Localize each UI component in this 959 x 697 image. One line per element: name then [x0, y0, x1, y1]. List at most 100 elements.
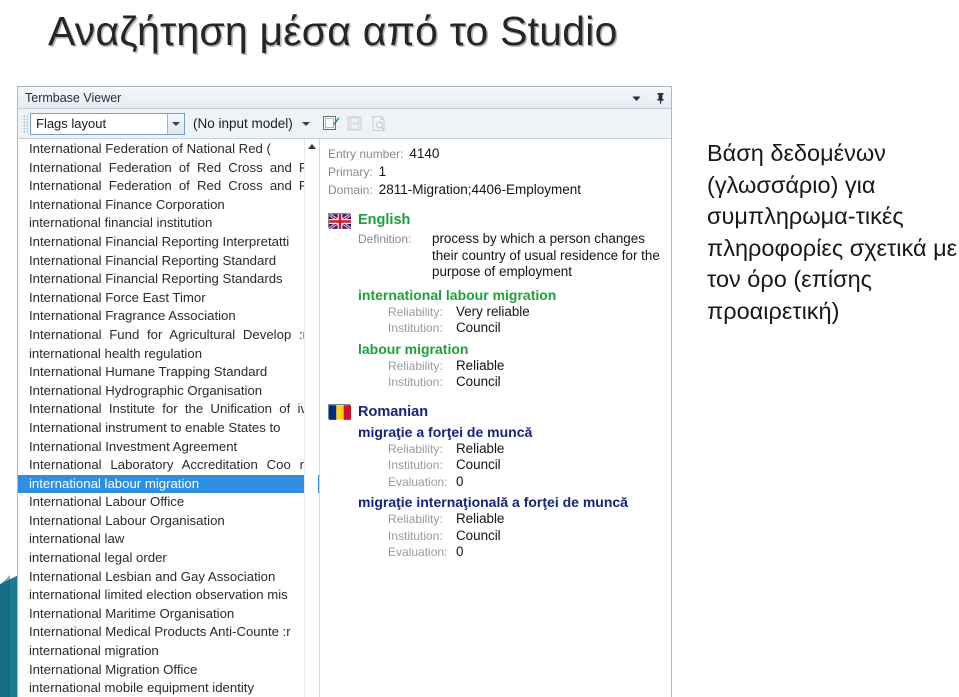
layout-combo[interactable]: Flags layout [30, 112, 185, 135]
term-list-item[interactable]: International Labour Organisation [18, 512, 319, 531]
term-list-item[interactable]: International instrument to enable State… [18, 419, 319, 438]
attribute-value: Council [456, 374, 501, 389]
language-header: Romanian [328, 404, 671, 420]
term-entry: international labour migration Reliabili… [358, 287, 671, 337]
term-list-item[interactable]: International Financial Reporting Interp… [18, 233, 319, 252]
term-list-item[interactable]: International Federation of Red Cross an… [18, 177, 319, 196]
term-attribute-row: Institution: Council [388, 457, 671, 474]
attribute-label: Institution: [388, 528, 443, 543]
term-list-item[interactable]: International Investment Agreement [18, 438, 319, 457]
meta-value: 2811-Migration;4406-Employment [378, 182, 582, 197]
term-list-item[interactable]: International Institute for the Unificat… [18, 400, 319, 419]
term-list-item[interactable]: international health regulation [18, 345, 319, 364]
term-list-item[interactable]: International Federation of Red Cross an… [18, 159, 319, 178]
meta-row: Domain: 2811-Migration;4406-Employment [328, 181, 671, 199]
term-list-item[interactable]: International Maritime Organisation [18, 605, 319, 624]
attribute-label: Institution: [388, 458, 443, 472]
term-list-item[interactable]: International Fund for Agricultural Deve… [18, 326, 319, 345]
pin-icon[interactable] [654, 91, 667, 105]
decorative-teal-shape-shadow [0, 575, 10, 697]
page-title: Αναζήτηση μέσα από το Studio [48, 8, 618, 54]
viewer-body: International Federation of National Red… [18, 139, 671, 697]
toolbar-icon-group [322, 114, 388, 133]
layout-combo-arrow-icon[interactable] [167, 113, 184, 134]
termbase-viewer-window: Termbase Viewer Flags layout (No input m… [17, 86, 672, 697]
term-list-item[interactable]: International Humane Trapping Standard [18, 363, 319, 382]
term-list-item[interactable]: International Federation of National Red… [18, 140, 319, 159]
term-list-item[interactable]: international migration [18, 642, 319, 661]
attribute-label: Institution: [388, 321, 443, 335]
term-list-item[interactable]: International Hydrographic Organisation [18, 382, 319, 401]
attribute-label: Reliability: [388, 441, 443, 456]
toolbar-grip-handle[interactable] [22, 113, 28, 134]
term-name: labour migration [358, 340, 469, 357]
term-list-item[interactable]: International Force East Timor [18, 289, 319, 308]
definition-row: Definition: process by which a person ch… [358, 231, 671, 281]
term-attribute-row: Institution: Council [388, 528, 671, 545]
term-list-item[interactable]: international labour migration [18, 474, 319, 494]
entry-detail-pane: Entry number: 4140 Primary: 1 Domain: 28… [320, 139, 671, 697]
term-list-item[interactable]: international limited election observati… [18, 586, 319, 605]
attribute-label: Evaluation: [388, 545, 448, 559]
chevron-down-icon[interactable] [630, 91, 643, 105]
term-list-item[interactable]: international mobile equipment identity [18, 679, 319, 697]
term-list-item[interactable]: International Migration Office [18, 661, 319, 680]
meta-label: Primary: [328, 165, 373, 179]
term-attribute-row: Reliability: Reliable [388, 358, 671, 375]
term-list-item[interactable]: International Labour Office [18, 493, 319, 512]
attribute-value: Council [456, 457, 501, 472]
save-entry-icon [346, 114, 364, 133]
window-titlebar: Termbase Viewer [18, 87, 671, 109]
term-attribute-row: Evaluation: 0 [388, 544, 671, 561]
term-list-scrollbar[interactable] [304, 139, 319, 697]
term-list-item[interactable]: international legal order [18, 549, 319, 568]
uk-flag-icon [328, 212, 352, 230]
window-title: Termbase Viewer [25, 90, 122, 105]
window-titlebar-buttons [630, 87, 667, 109]
input-model-combo[interactable]: (No input model) [193, 113, 310, 135]
term-name: international labour migration [358, 286, 557, 303]
input-model-arrow-icon[interactable] [301, 121, 310, 126]
definition-label: Definition: [358, 232, 412, 246]
definition-text: process by which a person changes their … [432, 231, 660, 279]
romania-flag-icon [328, 404, 351, 420]
term-attribute-row: Institution: Council [388, 374, 671, 391]
language-header: English [328, 212, 671, 230]
meta-value: 4140 [409, 146, 440, 161]
term-list-item[interactable]: International Medical Products Anti-Coun… [18, 623, 319, 642]
layout-combo-value: Flags layout [36, 116, 107, 131]
meta-label: Entry number: [328, 147, 404, 161]
term-list-rows: International Federation of National Red… [18, 140, 319, 697]
term-attribute-row: Institution: Council [388, 320, 671, 337]
term-list-item[interactable]: international law [18, 530, 319, 549]
term-entry: migraţie internaţională a forţei de munc… [358, 494, 671, 561]
attribute-value: Reliable [456, 511, 505, 526]
term-list-item[interactable]: International Financial Reporting Standa… [18, 270, 319, 289]
language-name: English [358, 212, 411, 228]
attribute-value: 0 [456, 544, 464, 559]
term-list-item[interactable]: International Financial Reporting Standa… [18, 252, 319, 271]
term-list-item[interactable]: International Fragrance Association [18, 307, 319, 326]
term-list-item[interactable]: International Finance Corporation [18, 196, 319, 215]
term-list-item[interactable]: International Lesbian and Gay Associatio… [18, 568, 319, 587]
attribute-label: Institution: [388, 375, 443, 389]
meta-row: Entry number: 4140 [328, 145, 671, 163]
edit-entry-icon[interactable] [322, 114, 340, 133]
scroll-up-arrow-icon[interactable] [305, 139, 319, 154]
term-list-item[interactable]: International Laboratory Accreditation C… [18, 456, 319, 475]
term-entry: labour migration Reliability: Reliable I… [358, 341, 671, 391]
term-attribute-row: Evaluation: 0 [388, 474, 671, 491]
meta-label: Domain: [328, 183, 373, 197]
term-attribute-row: Reliability: Reliable [388, 511, 671, 528]
meta-row: Primary: 1 [328, 163, 671, 181]
print-preview-icon [370, 114, 388, 133]
attribute-value: Very reliable [456, 303, 530, 319]
language-block-english: English Definition: process by which a p… [328, 212, 671, 391]
viewer-toolbar: Flags layout (No input model) [18, 109, 671, 139]
attribute-value: Council [456, 527, 501, 543]
term-list-item[interactable]: international financial institution [18, 214, 319, 233]
attribute-value: Council [456, 320, 501, 335]
attribute-value: 0 [456, 473, 464, 489]
term-list[interactable]: International Federation of National Red… [18, 139, 320, 697]
entry-meta-block: Entry number: 4140 Primary: 1 Domain: 28… [328, 145, 671, 199]
